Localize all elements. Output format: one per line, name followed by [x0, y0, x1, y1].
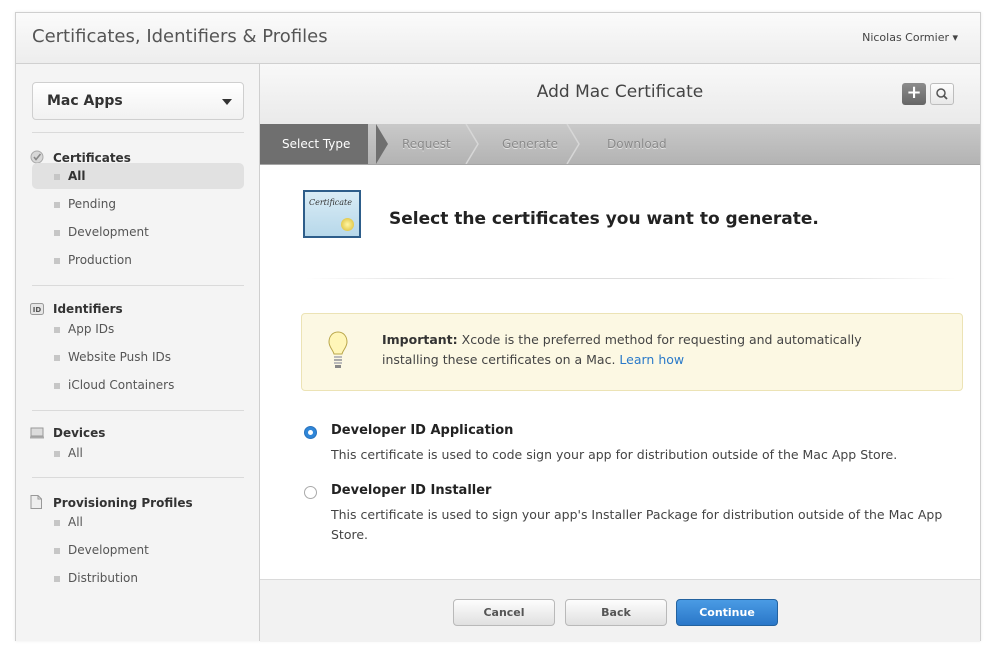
sidebar-item-label: Website Push IDs [68, 350, 171, 364]
platform-select-label: Mac Apps [47, 93, 123, 109]
divider [306, 278, 956, 279]
sidebar-item-certificates-production[interactable]: Production [32, 247, 244, 273]
certificate-icon [30, 150, 44, 164]
sidebar-item-label: Development [68, 543, 149, 557]
sidebar-item-label: Pending [68, 197, 116, 211]
sidebar-item-label: Distribution [68, 571, 139, 585]
content-heading: Select the certificates you want to gene… [389, 209, 819, 229]
id-icon: ID [30, 303, 44, 315]
top-bar: Certificates, Identifiers & Profiles Nic… [16, 13, 980, 64]
step-request: Request [402, 137, 451, 151]
sidebar-item-label: All [68, 446, 83, 460]
sidebar-item-label: All [68, 169, 86, 183]
search-button[interactable] [930, 83, 954, 105]
option-developer-id-installer[interactable]: Developer ID Installer This certificate … [304, 483, 964, 543]
bullet-icon [54, 451, 60, 457]
notice-text: Important: Xcode is the preferred method… [382, 330, 922, 370]
sidebar-item-label: Development [68, 225, 149, 239]
step-arrow [566, 124, 580, 164]
bullet-icon [54, 258, 60, 264]
step-arrow [465, 124, 479, 164]
sidebar-item-profiles-distribution[interactable]: Distribution [32, 565, 244, 591]
option-description: This certificate is used to sign your ap… [331, 507, 943, 542]
sidebar-item-certificates-pending[interactable]: Pending [32, 191, 244, 217]
sidebar-item-devices-all[interactable]: All [32, 440, 244, 466]
bullet-icon [54, 230, 60, 236]
portal-window: Certificates, Identifiers & Profiles Nic… [15, 12, 981, 642]
step-generate: Generate [502, 137, 559, 151]
lightbulb-icon [328, 331, 348, 368]
section-label: Identifiers [53, 302, 123, 316]
option-title: Developer ID Installer [331, 483, 492, 498]
bullet-icon [54, 174, 60, 180]
important-notice: Important: Xcode is the preferred method… [301, 313, 963, 391]
main-header: Add Mac Certificate + [260, 64, 980, 125]
svg-text:ID: ID [33, 306, 42, 314]
platform-select[interactable]: Mac Apps [32, 82, 244, 120]
footer: Cancel Back Continue [260, 579, 980, 642]
sidebar-divider [32, 477, 244, 478]
option-description: This certificate is used to code sign yo… [331, 447, 898, 462]
learn-how-link[interactable]: Learn how [619, 352, 684, 367]
back-button[interactable]: Back [565, 599, 667, 626]
step-select-type: Select Type [260, 124, 369, 164]
chevron-down-icon [222, 99, 232, 105]
sidebar-divider [32, 132, 244, 133]
sidebar-item-certificates-all[interactable]: All [32, 163, 244, 189]
option-developer-id-application[interactable]: Developer ID Application This certificat… [304, 423, 964, 473]
sidebar-item-certificates-development[interactable]: Development [32, 219, 244, 245]
continue-button[interactable]: Continue [676, 599, 778, 626]
document-icon [30, 495, 44, 509]
bullet-icon [54, 202, 60, 208]
add-button[interactable]: + [902, 83, 926, 105]
notice-label: Important: [382, 332, 458, 347]
bullet-icon [54, 520, 60, 526]
bullet-icon [54, 548, 60, 554]
sidebar-divider [32, 285, 244, 286]
sidebar-item-website-push-ids[interactable]: Website Push IDs [32, 344, 244, 370]
section-label: Devices [53, 426, 106, 440]
certificate-icon-text: Certificate [309, 198, 352, 207]
radio-developer-id-installer[interactable] [304, 486, 317, 499]
seal-icon [341, 218, 354, 231]
device-icon [30, 427, 44, 439]
page-title: Add Mac Certificate [536, 82, 704, 102]
step-download: Download [607, 137, 667, 151]
option-title: Developer ID Application [331, 423, 514, 438]
certificate-icon: Certificate [303, 190, 361, 238]
sidebar-item-icloud-containers[interactable]: iCloud Containers [32, 372, 244, 398]
step-arrow [376, 124, 388, 164]
bullet-icon [54, 355, 60, 361]
sidebar: Mac Apps Certificates All Pending Develo… [16, 64, 260, 641]
step-progress: Select Type Request Generate Download [260, 124, 980, 165]
app-title: Certificates, Identifiers & Profiles [32, 26, 328, 47]
sidebar-item-label: All [68, 515, 83, 529]
sidebar-item-label: App IDs [68, 322, 115, 336]
sidebar-item-label: iCloud Containers [68, 378, 175, 392]
bullet-icon [54, 383, 60, 389]
user-menu[interactable]: Nicolas Cormier ▾ [862, 31, 958, 44]
sidebar-item-profiles-development[interactable]: Development [32, 537, 244, 563]
sidebar-divider [32, 410, 244, 411]
sidebar-item-label: Production [68, 253, 132, 267]
section-label: Provisioning Profiles [53, 496, 193, 510]
cancel-button[interactable]: Cancel [453, 599, 555, 626]
sidebar-item-app-ids[interactable]: App IDs [32, 316, 244, 342]
bullet-icon [54, 327, 60, 333]
bullet-icon [54, 576, 60, 582]
sidebar-item-profiles-all[interactable]: All [32, 509, 244, 535]
search-icon [936, 88, 948, 100]
radio-developer-id-application[interactable] [304, 426, 317, 439]
